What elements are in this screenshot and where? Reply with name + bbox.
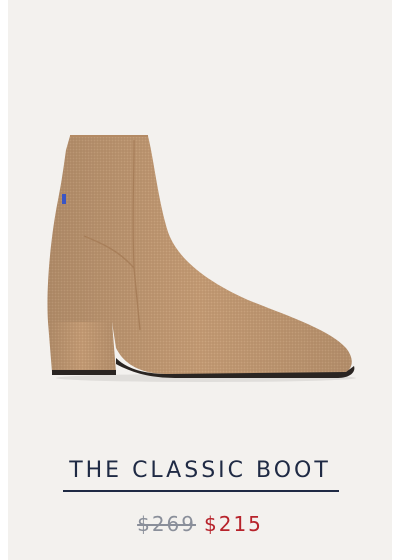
original-price: $269: [137, 512, 196, 536]
price-row: $269 $215: [8, 512, 392, 536]
ankle-boot-icon: [47, 135, 356, 382]
sale-price: $215: [204, 512, 263, 536]
product-image[interactable]: [8, 0, 392, 420]
product-card[interactable]: THE CLASSIC BOOT $269 $215: [8, 0, 392, 560]
title-underline: [63, 490, 339, 492]
product-title[interactable]: THE CLASSIC BOOT: [8, 458, 392, 484]
